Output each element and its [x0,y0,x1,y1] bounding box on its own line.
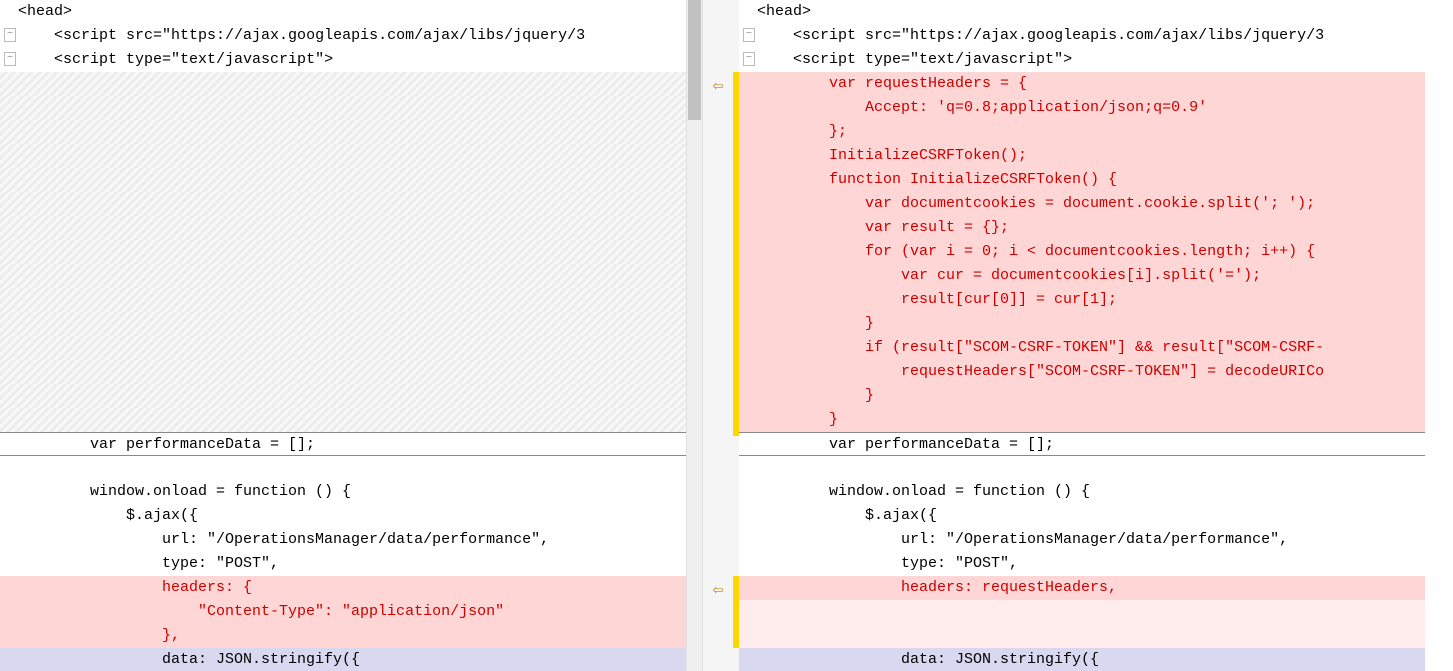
code-line[interactable]: requestHeaders["SCOM-CSRF-TOKEN"] = deco… [739,360,1425,384]
merge-left-icon[interactable]: ⇦ [713,582,724,600]
left-pane: <head>− <script src="https://ajax.google… [0,0,686,671]
code-line[interactable]: result[cur[0]] = cur[1]; [739,288,1425,312]
fold-marker-icon[interactable]: − [743,52,755,66]
right-code-area[interactable]: <head>− <script src="https://ajax.google… [739,0,1425,671]
left-code-area[interactable]: <head>− <script src="https://ajax.google… [0,0,686,671]
merge-left-icon[interactable]: ⇦ [713,78,724,96]
code-line[interactable]: }, [0,624,686,648]
code-line[interactable]: var requestHeaders = { [739,72,1425,96]
code-line[interactable] [739,600,1425,624]
code-line[interactable] [0,192,686,216]
code-line[interactable]: − <script src="https://ajax.googleapis.c… [0,24,686,48]
fold-marker-icon[interactable]: − [4,52,16,66]
code-line[interactable]: type: "POST", [0,552,686,576]
code-line[interactable]: − <script type="text/javascript"> [0,48,686,72]
code-line[interactable] [0,384,686,408]
code-line[interactable]: }; [739,120,1425,144]
left-scrollbar[interactable] [686,0,703,671]
code-line[interactable]: url: "/OperationsManager/data/performanc… [739,528,1425,552]
code-line[interactable]: Accept: 'q=0.8;application/json;q=0.9' [739,96,1425,120]
code-line[interactable]: type: "POST", [739,552,1425,576]
code-line[interactable]: var performanceData = []; [0,432,686,456]
code-line[interactable] [0,288,686,312]
code-line[interactable]: window.onload = function () { [739,480,1425,504]
code-line[interactable]: var result = {}; [739,216,1425,240]
code-line[interactable]: <head> [739,0,1425,24]
code-line[interactable]: window.onload = function () { [0,480,686,504]
code-line[interactable]: for (var i = 0; i < documentcookies.leng… [739,240,1425,264]
code-line[interactable] [0,408,686,432]
code-line[interactable]: } [739,408,1425,432]
code-line[interactable] [0,456,686,480]
code-line[interactable] [0,72,686,96]
code-line[interactable]: } [739,384,1425,408]
code-line[interactable]: InitializeCSRFToken(); [739,144,1425,168]
code-line[interactable]: − <script src="https://ajax.googleapis.c… [739,24,1425,48]
code-line[interactable]: var performanceData = []; [739,432,1425,456]
code-line[interactable] [0,144,686,168]
code-line[interactable]: if (result["SCOM-CSRF-TOKEN"] && result[… [739,336,1425,360]
code-line[interactable] [0,216,686,240]
code-line[interactable]: } [739,312,1425,336]
code-line[interactable] [0,96,686,120]
code-line[interactable] [0,336,686,360]
code-line[interactable]: headers: { [0,576,686,600]
code-line[interactable]: url: "/OperationsManager/data/performanc… [0,528,686,552]
fold-marker-icon[interactable]: − [4,28,16,42]
code-line[interactable]: function InitializeCSRFToken() { [739,168,1425,192]
code-line[interactable] [739,624,1425,648]
code-line[interactable]: data: JSON.stringify({ [739,648,1425,671]
code-line[interactable]: "Content-Type": "application/json" [0,600,686,624]
code-line[interactable]: <head> [0,0,686,24]
code-line[interactable]: − <script type="text/javascript"> [739,48,1425,72]
code-line[interactable]: $.ajax({ [739,504,1425,528]
code-line[interactable] [0,264,686,288]
code-line[interactable]: $.ajax({ [0,504,686,528]
scrollbar-thumb[interactable] [688,0,701,120]
fold-marker-icon[interactable]: − [743,28,755,42]
code-line[interactable]: var documentcookies = document.cookie.sp… [739,192,1425,216]
code-line[interactable]: headers: requestHeaders, [739,576,1425,600]
code-line[interactable] [739,456,1425,480]
code-line[interactable]: var cur = documentcookies[i].split('='); [739,264,1425,288]
code-line[interactable] [0,120,686,144]
diff-viewer: <head>− <script src="https://ajax.google… [0,0,1453,671]
right-pane: <head>− <script src="https://ajax.google… [739,0,1425,671]
code-line[interactable] [0,168,686,192]
code-line[interactable] [0,240,686,264]
code-line[interactable] [0,360,686,384]
diff-gutter: ⇦⇦ [703,0,733,671]
code-line[interactable] [0,312,686,336]
code-line[interactable]: data: JSON.stringify({ [0,648,686,671]
